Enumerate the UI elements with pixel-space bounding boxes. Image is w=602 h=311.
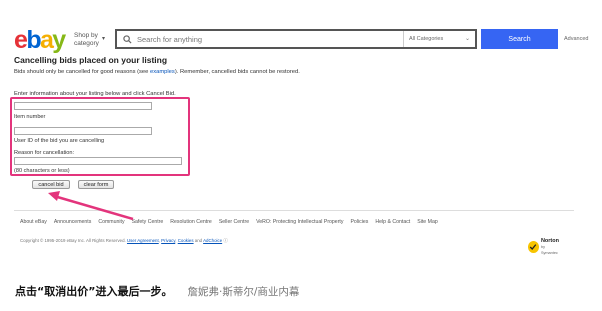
norton-badge[interactable]: Norton by Symantec [528, 237, 561, 257]
footer-link-help[interactable]: Help & Contact [375, 219, 410, 225]
category-select[interactable]: All Categories ⌄ [403, 31, 475, 47]
search-button[interactable]: Search [481, 29, 558, 49]
logo-letter-y: y [52, 26, 66, 54]
cookies-link[interactable]: Cookies [178, 238, 194, 243]
user-id-label: User ID of the bid you are cancelling [14, 138, 105, 144]
photo-credit: 詹妮弗·斯蒂尔/商业内幕 [187, 286, 300, 298]
norton-sub: by Symantec [540, 245, 558, 255]
user-agreement-link[interactable]: User Agreement [127, 238, 159, 243]
page-title: Cancelling bids placed on your listing [14, 55, 168, 65]
advanced-search-link[interactable]: Advanced [564, 36, 588, 42]
copyright-text: Copyright © 1995-2019 eBay Inc. All Righ… [20, 238, 228, 243]
footer-links: About eBay Announcements Community Safet… [20, 219, 445, 225]
copyright-prefix: Copyright © 1995-2019 eBay Inc. All Righ… [20, 238, 126, 243]
item-number-field[interactable] [14, 102, 152, 110]
category-select-value: All Categories [409, 36, 444, 42]
privacy-link[interactable]: Privacy [161, 238, 175, 243]
image-caption: 点击“取消出价”进入最后一步。 詹妮弗·斯蒂尔/商业内幕 [15, 283, 299, 299]
footer-link-policies[interactable]: Policies [350, 219, 368, 225]
norton-text: Norton by Symantec [541, 238, 561, 256]
logo-letter-a: a [39, 26, 54, 54]
footer-link-community[interactable]: Community [98, 219, 124, 225]
chevron-down-icon: ⌄ [464, 36, 470, 42]
search-input[interactable]: Search for anything [137, 35, 403, 44]
reason-label: Reason for cancellation: [14, 150, 75, 156]
footer-link-safety[interactable]: Safety Centre [132, 219, 164, 225]
clear-form-button[interactable]: clear form [78, 180, 114, 189]
category-label: category [74, 39, 99, 47]
ebay-screenshot: e b a y Shop by category ▾ Search for an… [0, 0, 602, 272]
intro-text: Bids should only be cancelled for good r… [14, 69, 344, 77]
footer-link-sitemap[interactable]: Site Map [417, 219, 437, 225]
footer-link-announcements[interactable]: Announcements [54, 219, 92, 225]
examples-link[interactable]: examples [150, 69, 175, 75]
ebay-logo[interactable]: e b a y [14, 26, 66, 54]
search-bar: Search for anything All Categories ⌄ [115, 29, 477, 49]
search-icon [117, 31, 137, 47]
reason-field[interactable] [14, 157, 182, 165]
shop-by-label: Shop by [74, 32, 98, 39]
adchoice-link[interactable]: AdChoice [203, 238, 222, 243]
footer-link-vero[interactable]: VeRO: Protecting Intellectual Property [256, 219, 343, 225]
footer-link-seller[interactable]: Seller Centre [219, 219, 249, 225]
intro-text-start: Bids should only be cancelled for good r… [14, 69, 150, 75]
shop-by-category-menu[interactable]: Shop by category ▾ [74, 32, 105, 47]
logo-letter-e: e [14, 26, 28, 54]
caption-text: 点击“取消出价”进入最后一步。 [15, 285, 173, 298]
user-id-field[interactable] [14, 127, 152, 135]
item-number-label: Item number [14, 114, 46, 120]
logo-letter-b: b [26, 26, 41, 54]
cancel-bid-button[interactable]: cancel bid [32, 180, 70, 189]
footer-link-about[interactable]: About eBay [20, 219, 47, 225]
char-limit-note: (80 characters or less) [14, 168, 70, 174]
footer-divider [14, 210, 574, 211]
intro-text-end: ). Remember, cancelled bids cannot be re… [174, 69, 300, 75]
adchoice-icon: ⓘ [223, 238, 228, 243]
chevron-down-icon: ▾ [102, 36, 106, 42]
checkmark-icon [528, 241, 539, 253]
footer-link-resolution[interactable]: Resolution Centre [170, 219, 212, 225]
